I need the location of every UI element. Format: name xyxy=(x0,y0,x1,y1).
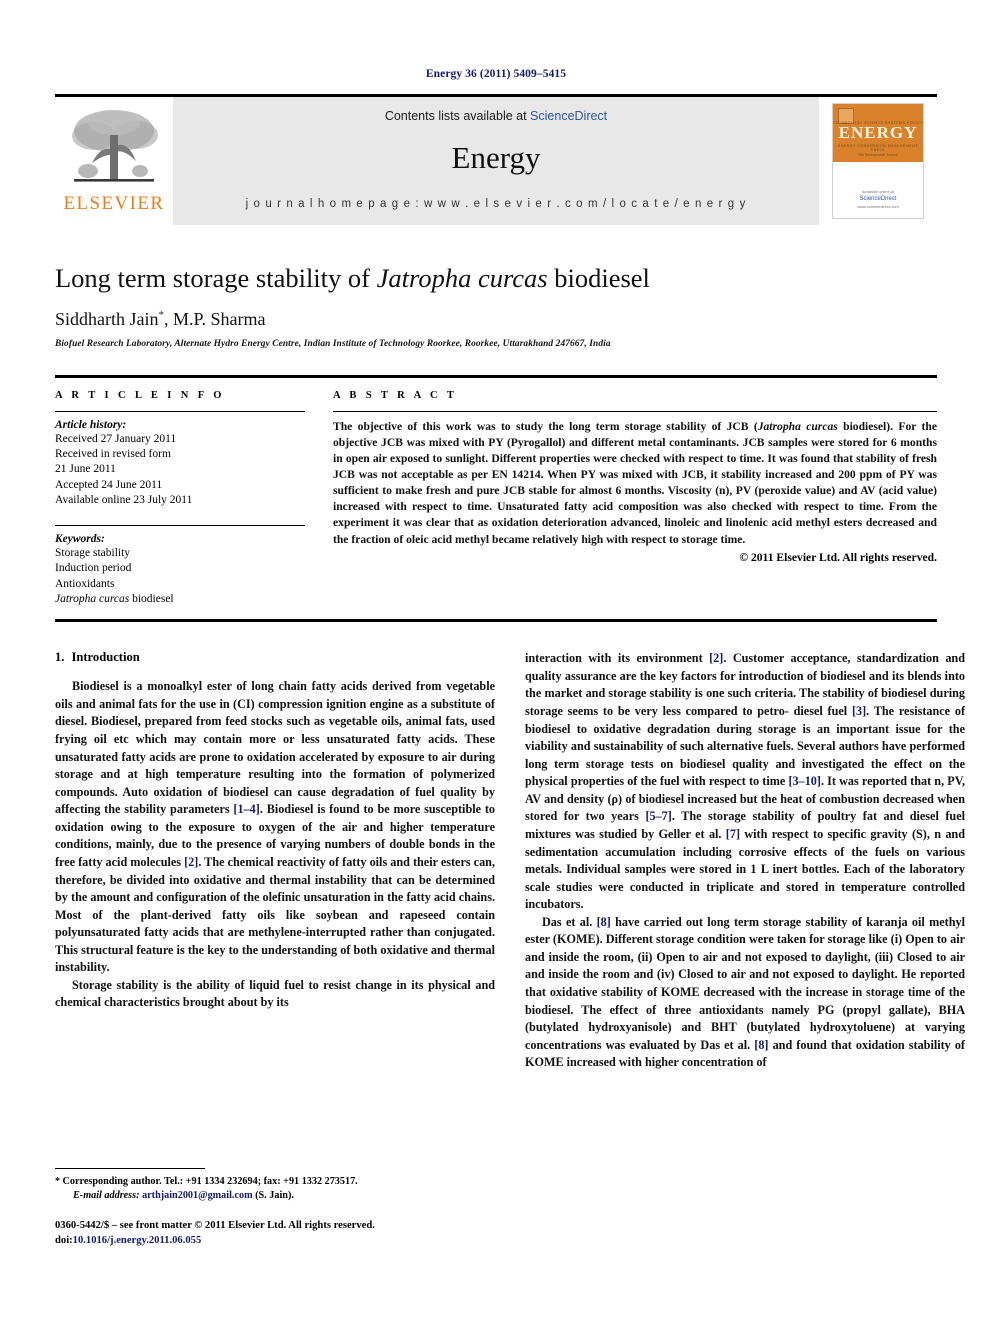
elsevier-logo: ELSEVIER xyxy=(55,97,173,225)
keywords-block: Keywords: Storage stability Induction pe… xyxy=(55,525,305,607)
history-item: Received in revised form xyxy=(55,448,171,461)
body-columns: 1. Introduction Biodiesel is a monoalkyl … xyxy=(55,650,965,1072)
elsevier-tree-icon xyxy=(72,110,158,182)
title-part-1: Long term storage stability of xyxy=(55,263,377,293)
citation-link[interactable]: [2] xyxy=(184,855,198,869)
author-list: Siddharth Jain*, M.P. Sharma xyxy=(55,309,937,330)
citation-link[interactable]: [5–7] xyxy=(645,809,671,823)
history-item: Available online 23 July 2011 xyxy=(55,493,193,506)
paragraph: Biodiesel is a monoalkyl ester of long c… xyxy=(55,678,495,977)
keyword-suffix: biodiesel xyxy=(129,593,174,606)
divider xyxy=(55,619,937,623)
section-number: 1. xyxy=(55,650,65,665)
author-2: , M.P. Sharma xyxy=(164,308,266,329)
title-part-2: biodiesel xyxy=(547,263,650,293)
text-run: Das et al. xyxy=(542,914,597,929)
cover-footer: Available online at ScienceDirect www.sc… xyxy=(833,189,923,210)
masthead-center: Contents lists available at ScienceDirec… xyxy=(173,97,819,225)
citation-link[interactable]: [3–10] xyxy=(788,774,821,788)
citation-link[interactable]: [3] xyxy=(852,704,866,718)
journal-title: Energy xyxy=(451,140,541,175)
elsevier-wordmark: ELSEVIER xyxy=(63,193,165,214)
article-head: Long term storage stability of Jatropha … xyxy=(55,263,937,349)
keyword-italic: Jatropha curcas xyxy=(55,593,130,606)
issn-copyright-line: 0360-5442/$ – see front matter © 2011 El… xyxy=(55,1220,375,1231)
footnote-text: Corresponding author. Tel.: +91 1334 232… xyxy=(60,1176,358,1187)
keyword-item: Induction period xyxy=(55,562,132,575)
divider xyxy=(55,525,305,527)
citation-link[interactable]: [8] xyxy=(754,1038,768,1052)
keywords-label: Keywords: xyxy=(55,533,105,546)
email-label: E-mail address: xyxy=(73,1190,140,1202)
section-heading-introduction: 1. Introduction xyxy=(55,650,495,665)
text-run: Biodiesel is a monoalkyl ester of long c… xyxy=(55,679,495,817)
email-note: E-mail address: arthjain2001@gmail.com (… xyxy=(55,1189,495,1203)
abstract-column: A B S T R A C T The objective of this wo… xyxy=(333,390,937,608)
running-head: Energy 36 (2011) 5409–5415 xyxy=(425,68,567,80)
cover-sciencedirect-logo: ScienceDirect xyxy=(859,196,897,202)
paragraph: Das et al. [8] have carried out long ter… xyxy=(525,914,965,1072)
cover-bottom-labels: ENERGY CONVERSION MANAGEMENT FUELS xyxy=(837,144,919,152)
cover-footer-line2: www.sciencedirect.com xyxy=(857,204,899,209)
keyword-item: Jatropha curcas biodiesel xyxy=(55,592,305,607)
body-right-column: interaction with its environment [2]. Cu… xyxy=(525,650,965,1072)
section-title: Introduction xyxy=(71,650,140,665)
abstract-part-1: The objective of this work was to study … xyxy=(333,419,758,433)
contents-prefix: Contents lists available at xyxy=(384,109,531,123)
footer-meta: 0360-5442/$ – see front matter © 2011 El… xyxy=(55,1218,555,1249)
citation-link[interactable]: [1–4] xyxy=(233,802,259,816)
paper-page: Energy 36 (2011) 5409–5415 ELSEVIER Cont… xyxy=(0,0,992,1323)
keyword-item: Antioxidants xyxy=(55,577,115,590)
paragraph: Storage stability is the ability of liqu… xyxy=(55,977,495,1010)
corresponding-author-note: * Corresponding author. Tel.: +91 1334 2… xyxy=(55,1175,495,1189)
text-run: interaction with its environment xyxy=(525,651,710,666)
sciencedirect-link[interactable]: ScienceDirect xyxy=(530,109,607,123)
body-left-column: 1. Introduction Biodiesel is a monoalkyl … xyxy=(55,650,495,1072)
title-italic-species: Jatropha curcas xyxy=(376,263,548,293)
history-item: 21 June 2011 xyxy=(55,463,116,476)
footnote-divider xyxy=(55,1168,205,1169)
article-history-label: Article history: xyxy=(55,418,127,431)
doi-label: doi: xyxy=(55,1235,73,1247)
info-abstract-panel: A R T I C L E I N F O Article history: R… xyxy=(55,374,937,608)
citation-link[interactable]: [2] xyxy=(709,651,723,665)
divider xyxy=(55,410,305,412)
citation-link[interactable]: [7] xyxy=(726,827,740,841)
text-run: have carried out long term storage stabi… xyxy=(525,914,965,1052)
copyright-line: © 2011 Elsevier Ltd. All rights reserved… xyxy=(739,550,937,564)
author-1: Siddharth Jain xyxy=(55,308,159,329)
abstract-italic-species: Jatropha curcas xyxy=(757,419,838,433)
doi-line: doi:10.1016/j.energy.2011.06.055 xyxy=(55,1233,555,1248)
cover-subtitle: The International Journal xyxy=(857,152,899,157)
abstract-text: The objective of this work was to study … xyxy=(333,419,937,548)
abstract-heading: A B S T R A C T xyxy=(333,389,458,401)
text-run: . The chemical reactivity of fatty oils … xyxy=(55,854,495,975)
email-suffix: (S. Jain). xyxy=(252,1190,294,1202)
journal-masthead: ELSEVIER Contents lists available at Sci… xyxy=(55,94,937,225)
paragraph: interaction with its environment [2]. Cu… xyxy=(525,650,965,913)
article-info-column: A R T I C L E I N F O Article history: R… xyxy=(55,390,305,608)
divider xyxy=(333,410,937,412)
page-title: Long term storage stability of Jatropha … xyxy=(55,263,937,295)
journal-cover-thumbnail[interactable]: TECHNOLOGY SCIENCE SYSTEMS POLICY ENERGY… xyxy=(832,103,924,219)
history-item: Received 27 January 2011 xyxy=(55,432,177,445)
citation-link[interactable]: [8] xyxy=(597,915,611,929)
history-item: Accepted 24 June 2011 xyxy=(55,478,163,491)
abstract-part-2: biodiesel). For the objective JCB was mi… xyxy=(333,419,937,546)
footnote-area: * Corresponding author. Tel.: +91 1334 2… xyxy=(55,1168,495,1204)
keyword-item: Storage stability xyxy=(55,547,131,560)
journal-cover-container: TECHNOLOGY SCIENCE SYSTEMS POLICY ENERGY… xyxy=(819,97,937,225)
email-link[interactable]: arthjain2001@gmail.com xyxy=(142,1190,253,1201)
contents-available-line: Contents lists available at ScienceDirec… xyxy=(385,109,607,123)
doi-link[interactable]: 10.1016/j.energy.2011.06.055 xyxy=(73,1235,202,1246)
journal-homepage-line[interactable]: j o u r n a l h o m e p a g e : w w w . … xyxy=(246,198,747,210)
affiliation: Biofuel Research Laboratory, Alternate H… xyxy=(55,338,611,349)
cover-title: ENERGY xyxy=(838,123,918,142)
article-info-heading: A R T I C L E I N F O xyxy=(55,389,225,401)
